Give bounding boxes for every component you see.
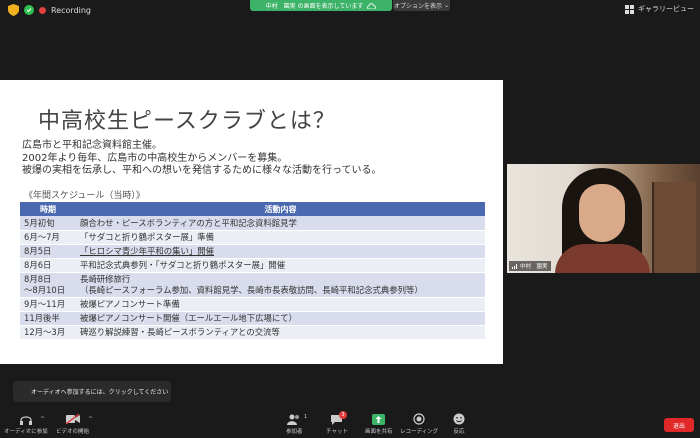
start-video-button[interactable]: ビデオの開始 [56, 413, 89, 435]
view-options-label: オプションを表示 [393, 3, 442, 10]
chat-label: チャット [326, 429, 348, 435]
intro-line: 2002年より毎年、広島市の中高校生からメンバーを募集。 [22, 152, 288, 164]
schedule-label: 《年間スケジュール（当時）》 [24, 191, 145, 201]
leave-label: 退出 [672, 422, 685, 430]
video-options-caret-icon[interactable]: ^ [88, 416, 93, 423]
activity-cell: 顔合わせ・ピースボランティアの方と平和記念資料館見学 [76, 216, 485, 231]
meeting-toolbar: オーディオに参加 ^ ビデオの開始 ^ 参加者 1 3 チャット 画面を共有 レ… [0, 410, 700, 438]
activity-cell: 被爆ピアノコンサート開催（エールエール地下広場にて） [76, 311, 485, 326]
chat-button[interactable]: 3 チャット [326, 411, 348, 435]
share-screen-label: 画面を共有 [365, 429, 393, 435]
activity-cell: 碑巡り解説練習・長崎ピースボランティアとの交流等 [76, 325, 485, 340]
period-cell: 8月8日 ～8月10日 [20, 272, 76, 298]
column-header-period: 時期 [20, 202, 76, 216]
intro-line: 被爆の実相を伝承し、平和への想いを発信するために様々な活動を行っている。 [22, 165, 382, 176]
share-screen-button[interactable]: 画面を共有 [365, 413, 393, 435]
audio-options-caret-icon[interactable]: ^ [40, 416, 45, 423]
cloud-icon [367, 2, 377, 9]
smiley-icon [452, 413, 466, 425]
screen-share-banner: 中村 園実 の画面を表示しています [250, 0, 392, 11]
join-audio-tooltip[interactable]: オーディオへ参加するには、クリックしてください [13, 381, 171, 402]
join-audio-label: オーディオに参加 [4, 429, 48, 435]
activity-cell: 被爆ピアノコンサート準備 [76, 297, 485, 312]
headphones-icon [19, 413, 33, 425]
status-group: Recording [8, 4, 91, 16]
grid-icon [625, 4, 634, 14]
chat-icon: 3 [330, 411, 347, 425]
record-icon [412, 413, 426, 425]
activity-cell: 「サダコと折り鶴ポスター展」準備 [76, 230, 485, 245]
signal-icon [512, 263, 517, 269]
activity-cell: 長崎研修旅行 （長崎ピースフォーラム参加、資料館見学、長崎市長表敬訪問、長崎平和… [76, 272, 485, 298]
intro-line: 広島市と平和記念資料館主催。 [22, 140, 162, 151]
chevron-down-icon: ⌄ [443, 2, 450, 9]
schedule-table: 時期 活動内容 5月初旬 顔合わせ・ピースボランティアの方と平和記念資料館見学 … [20, 202, 485, 340]
gallery-view-button[interactable]: ギャラリービュー [625, 4, 694, 14]
period-cell: 5月初旬 [20, 216, 76, 231]
encryption-icon[interactable] [24, 5, 34, 15]
participants-icon [287, 413, 301, 425]
start-video-label: ビデオの開始 [56, 429, 90, 435]
participant-name: 中村 園実 [520, 264, 548, 270]
period-cell: 11月後半 [20, 311, 76, 326]
participant-name-tag: 中村 園実 [509, 261, 551, 271]
share-screen-icon [372, 413, 386, 425]
recording-label: Recording [51, 5, 92, 15]
table-row: 8月6日 平和記念式典参列・「サダコと折り鶴ポスター展」開催 [20, 258, 485, 273]
period-cell: 8月5日 [20, 244, 76, 259]
view-options-button[interactable]: オプションを表示 ⌄ [393, 0, 450, 11]
video-off-icon [65, 413, 80, 425]
shared-slide: 中高校生ピースクラブとは？ 広島市と平和記念資料館主催。 2002年より毎年、広… [0, 80, 503, 364]
video-door [652, 182, 696, 273]
table-row: 8月8日 ～8月10日 長崎研修旅行 （長崎ピースフォーラム参加、資料館見学、長… [20, 272, 485, 298]
recording-icon [39, 6, 46, 14]
activity-cell: 平和記念式典参列・「サダコと折り鶴ポスター展」開催 [76, 258, 485, 273]
video-person-face [579, 184, 625, 242]
chat-badge: 3 [338, 411, 347, 419]
table-row: 5月初旬 顔合わせ・ピースボランティアの方と平和記念資料館見学 [20, 216, 485, 231]
period-cell: 6月～7月 [20, 230, 76, 245]
slide-intro: 広島市と平和記念資料館主催。 2002年より毎年、広島市の中高校生からメンバーを… [22, 140, 382, 178]
table-row: 6月～7月 「サダコと折り鶴ポスター展」準備 [20, 230, 485, 245]
zoom-meeting-window: Recording 中村 園実 の画面を表示しています オプションを表示 ⌄ ギ… [0, 0, 700, 438]
slide-title: 中高校生ピースクラブとは？ [38, 109, 336, 134]
table-header-row: 時期 活動内容 [20, 202, 485, 216]
table-row: 12月～3月 碑巡り解説練習・長崎ピースボランティアとの交流等 [20, 325, 485, 340]
reactions-label: 反応 [453, 429, 465, 435]
participant-video[interactable]: 中村 園実 [507, 164, 700, 273]
column-header-activity: 活動内容 [76, 202, 485, 216]
leave-button[interactable]: 退出 [664, 418, 694, 432]
top-bar: Recording 中村 園実 の画面を表示しています オプションを表示 ⌄ ギ… [0, 0, 700, 22]
participants-count: 1 [304, 414, 308, 420]
video-person-body [555, 244, 650, 273]
reactions-button[interactable]: 反応 [452, 413, 466, 435]
table-row: 9月～11月 被爆ピアノコンサート準備 [20, 297, 485, 312]
activity-cell: 「ヒロシマ青少年平和の集い」開催 [76, 244, 485, 259]
shield-icon[interactable] [8, 4, 19, 16]
participants-button[interactable]: 参加者 [286, 413, 303, 435]
record-label: レコーディング [400, 429, 439, 435]
table-row: 11月後半 被爆ピアノコンサート開催（エールエール地下広場にて） [20, 311, 485, 326]
share-banner-text: 中村 園実 の画面を表示しています [265, 3, 364, 10]
period-cell: 8月6日 [20, 258, 76, 273]
join-audio-tooltip-text: オーディオへ参加するには、クリックしてください [31, 389, 169, 396]
table-row: 8月5日 「ヒロシマ青少年平和の集い」開催 [20, 244, 485, 259]
participants-label: 参加者 [286, 429, 303, 435]
period-cell: 12月～3月 [20, 325, 76, 340]
gallery-view-label: ギャラリービュー [638, 5, 694, 13]
record-button[interactable]: レコーディング [400, 413, 438, 435]
period-cell: 9月～11月 [20, 297, 76, 312]
